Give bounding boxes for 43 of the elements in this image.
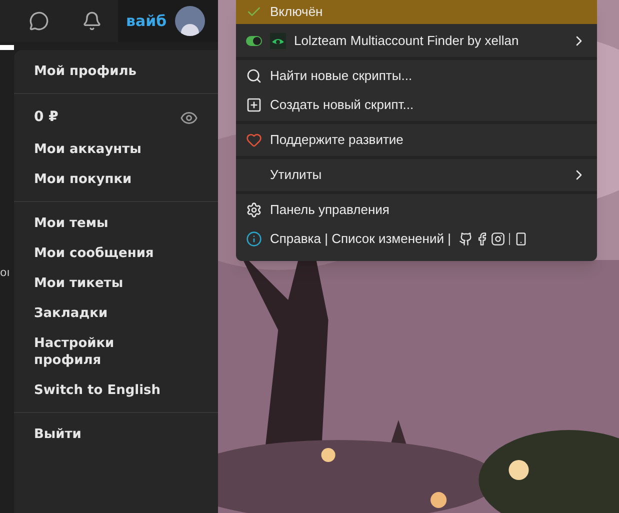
menu-link[interactable]: Мои темы bbox=[34, 215, 184, 232]
menu-link[interactable]: Настройки профиля bbox=[34, 335, 184, 369]
notification-icon[interactable] bbox=[82, 11, 102, 31]
menu-link[interactable]: Закладки bbox=[34, 305, 184, 322]
plus-square-icon bbox=[246, 97, 262, 113]
menu-item[interactable]: Справка | Список изменений | bbox=[236, 227, 597, 251]
phone-icon[interactable] bbox=[514, 232, 528, 246]
menu-link[interactable]: Мои аккаунты bbox=[34, 141, 184, 158]
info-icon bbox=[246, 231, 262, 247]
toggle-switch[interactable] bbox=[246, 36, 262, 46]
menu-link[interactable]: Мой профиль bbox=[34, 63, 184, 80]
menu-item[interactable]: Lolzteam Multiaccount Finder by xellan bbox=[236, 29, 597, 53]
eye-logo-icon bbox=[270, 33, 286, 49]
menu-item-label: Утилиты bbox=[270, 166, 322, 184]
background-text: oı bbox=[0, 267, 11, 278]
menu-item[interactable]: Создать новый скрипт... bbox=[236, 93, 597, 117]
menu-item[interactable]: Найти новые скрипты... bbox=[236, 64, 597, 88]
instagram-icon[interactable] bbox=[490, 232, 505, 246]
menu-item[interactable]: Панель управления bbox=[236, 198, 597, 222]
menu-link[interactable]: Мои покупки bbox=[34, 171, 184, 188]
user-button[interactable]: вайб bbox=[118, 0, 218, 42]
avatar bbox=[174, 6, 205, 36]
settings-icon bbox=[246, 202, 262, 218]
menu-item-label: Включён bbox=[270, 3, 323, 22]
chat-icon[interactable] bbox=[29, 11, 49, 31]
menu-item-label: Lolzteam Multiaccount Finder by xellan bbox=[294, 32, 519, 50]
menu-item[interactable]: Включён bbox=[236, 0, 597, 24]
menu-item[interactable]: Утилиты bbox=[236, 163, 597, 187]
menu-link[interactable]: Выйти bbox=[34, 426, 184, 443]
search-icon bbox=[246, 68, 262, 84]
balance-text: 0 ₽ bbox=[34, 108, 58, 127]
menu-item[interactable]: Поддержите развитие bbox=[236, 128, 597, 152]
menu-link[interactable]: Мои сообщения bbox=[34, 245, 184, 262]
menu-item-label: Поддержите развитие bbox=[270, 131, 404, 150]
github-icon[interactable] bbox=[458, 232, 473, 246]
menu-item-label: Справка | Список изменений | bbox=[270, 230, 451, 248]
background-bar bbox=[0, 45, 14, 50]
heart-icon bbox=[246, 132, 262, 148]
menu-item-label: Создать новый скрипт... bbox=[270, 96, 414, 114]
menu-item-label: Панель управления bbox=[270, 201, 390, 220]
menu-item-label: Найти новые скрипты... bbox=[270, 67, 412, 86]
menu-link[interactable]: Switch to English bbox=[34, 382, 184, 399]
menu-link[interactable]: Мои тикеты bbox=[34, 275, 184, 292]
